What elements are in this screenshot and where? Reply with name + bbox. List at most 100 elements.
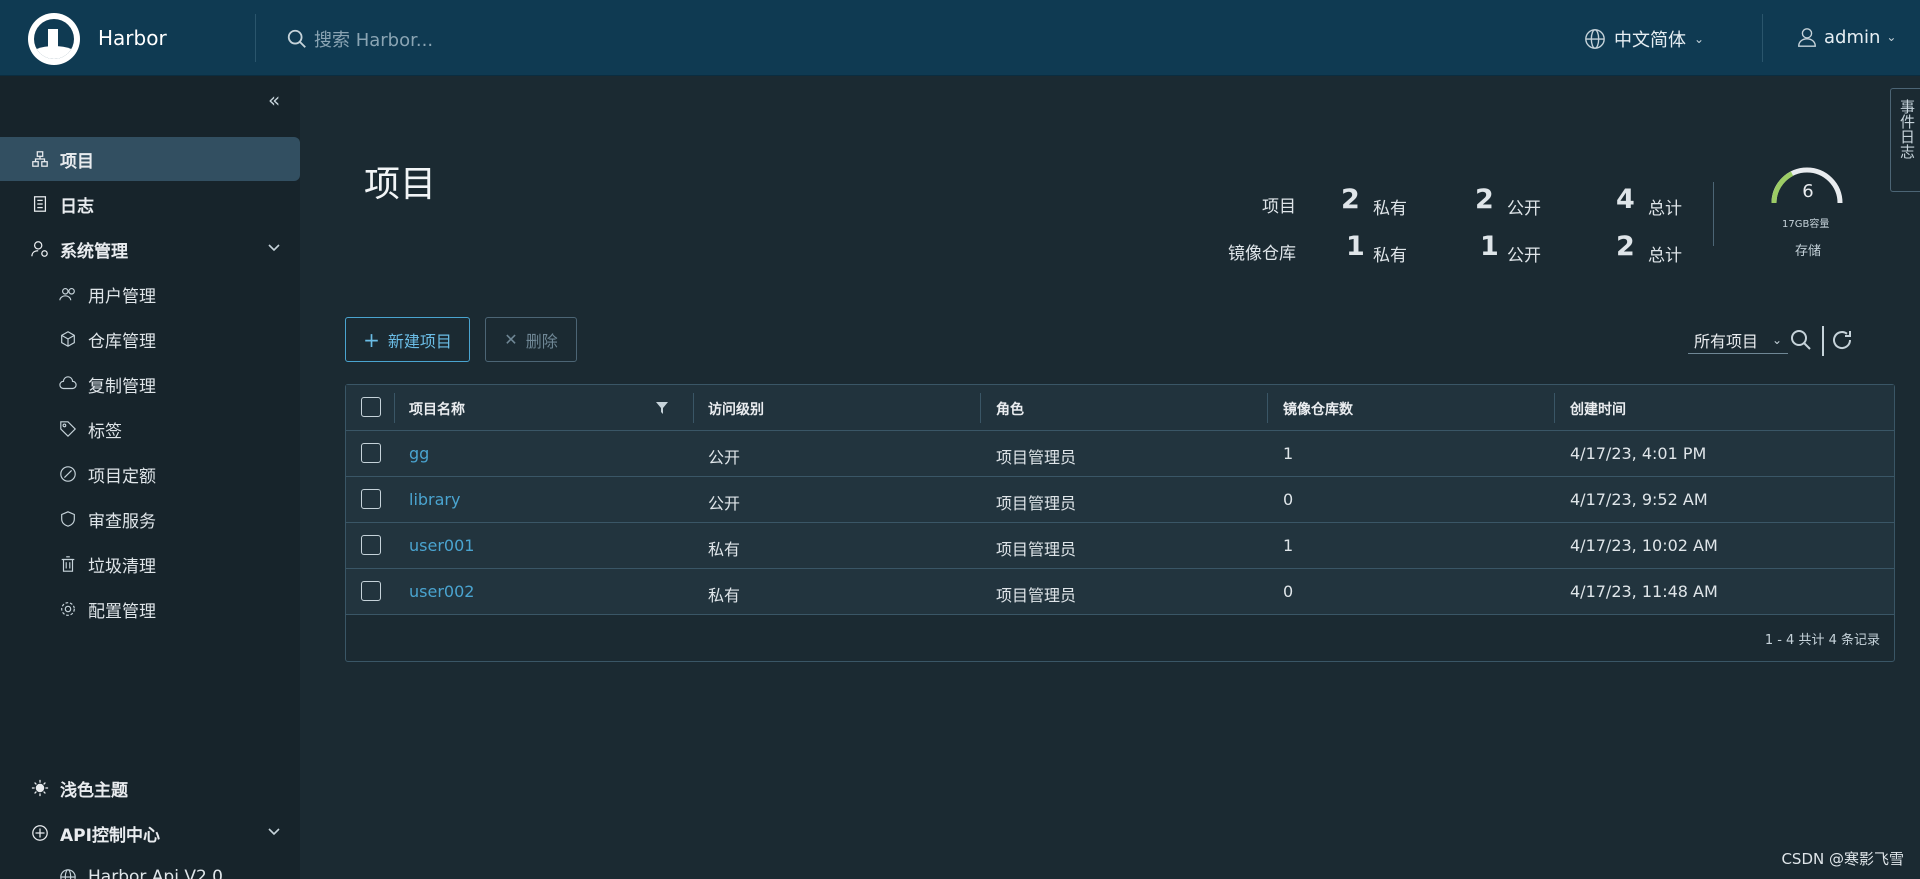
sidebar-item-label: 仓库管理 <box>88 331 156 352</box>
search-input[interactable]: 搜索 Harbor... <box>314 26 433 52</box>
projects-stat-label: 项目 <box>1262 197 1296 217</box>
access-level: 公开 <box>708 494 741 513</box>
plus-icon: + <box>363 327 380 352</box>
private-label: 私有 <box>1373 199 1407 219</box>
language-selector[interactable]: 中文简体 ⌄ <box>1584 26 1704 52</box>
row-checkbox[interactable] <box>361 443 381 463</box>
total-label: 总计 <box>1648 199 1682 219</box>
replication-icon <box>58 374 78 394</box>
storage-gauge-fill <box>1771 171 1794 204</box>
column-header-name[interactable]: 项目名称 <box>409 399 465 419</box>
project-name-link[interactable]: user001 <box>409 536 474 555</box>
trash-icon <box>58 554 78 574</box>
repo-count: 0 <box>1283 490 1294 509</box>
access-level: 私有 <box>708 540 741 559</box>
new-project-button[interactable]: + 新建项目 <box>345 317 470 362</box>
users-icon <box>58 284 78 304</box>
table-row: library 公开 项目管理员 0 4/17/23, 9:52 AM <box>346 477 1894 523</box>
sidebar-item-label: 用户管理 <box>88 286 156 307</box>
row-checkbox[interactable] <box>361 581 381 601</box>
user-menu[interactable]: admin ⌄ <box>1796 26 1896 48</box>
role: 项目管理员 <box>996 586 1077 605</box>
projects-public-count: 2 <box>1475 184 1494 215</box>
delete-button[interactable]: ✕ 删除 <box>485 317 577 362</box>
collapse-sidebar-icon[interactable]: « <box>268 88 280 112</box>
row-checkbox[interactable] <box>361 489 381 509</box>
username: admin <box>1824 26 1881 48</box>
sidebar-item-api[interactable]: API控制中心 <box>0 811 300 855</box>
repo-count: 1 <box>1283 444 1294 463</box>
role: 项目管理员 <box>996 540 1077 559</box>
repos-public-count: 1 <box>1480 231 1499 262</box>
sidebar-item-interrogation[interactable]: 审查服务 <box>0 497 300 541</box>
public-label: 公开 <box>1507 199 1541 219</box>
toolbar-divider <box>1822 326 1824 356</box>
column-separator <box>1554 393 1555 423</box>
repos-private-count: 1 <box>1346 231 1365 262</box>
project-name-link[interactable]: user002 <box>409 582 474 601</box>
projects-icon <box>30 149 50 169</box>
refresh-icon[interactable] <box>1830 328 1854 352</box>
global-search[interactable]: 搜索 Harbor... <box>286 26 433 52</box>
header-divider <box>1762 14 1763 62</box>
sidebar: « 项目 日志 系统管理 用户管理 仓库管理 复制管理 标签 项目定额 审查服务… <box>0 76 300 879</box>
projects-table: 项目名称 访问级别 角色 镜像仓库数 创建时间 gg 公开 项目管理员 1 4/… <box>345 384 1895 662</box>
sidebar-item-users[interactable]: 用户管理 <box>0 272 300 316</box>
column-header-repo-count[interactable]: 镜像仓库数 <box>1283 399 1353 419</box>
search-icon[interactable] <box>1789 328 1813 352</box>
column-separator <box>1267 393 1268 423</box>
sidebar-item-label: 审查服务 <box>88 511 156 532</box>
shield-icon <box>58 509 78 529</box>
sidebar-item-registries[interactable]: 仓库管理 <box>0 317 300 361</box>
sidebar-item-quotas[interactable]: 项目定额 <box>0 452 300 496</box>
event-log-tab[interactable]: 事件日志 <box>1890 88 1920 192</box>
user-icon <box>1798 28 1816 47</box>
table-row: user001 私有 项目管理员 1 4/17/23, 10:02 AM <box>346 523 1894 569</box>
created-time: 4/17/23, 4:01 PM <box>1570 444 1707 463</box>
chevron-down-icon: ⌄ <box>1694 32 1705 46</box>
project-filter-select[interactable]: 所有项目 ⌄ <box>1688 326 1788 354</box>
column-header-access[interactable]: 访问级别 <box>708 399 764 419</box>
registry-icon <box>58 329 78 349</box>
storage-count: 6 <box>1802 181 1814 202</box>
row-checkbox[interactable] <box>361 535 381 555</box>
gear-icon <box>58 599 78 619</box>
sidebar-item-projects[interactable]: 项目 <box>0 137 300 181</box>
language-label: 中文简体 <box>1614 30 1686 51</box>
admin-icon <box>30 239 50 259</box>
select-all-checkbox[interactable] <box>361 397 381 417</box>
filter-icon[interactable] <box>656 402 668 414</box>
sidebar-item-label: Harbor Api V2.0 <box>88 867 223 879</box>
filter-value: 所有项目 <box>1694 331 1759 351</box>
chevron-down-icon <box>268 244 280 252</box>
sidebar-item-config[interactable]: 配置管理 <box>0 587 300 631</box>
sidebar-item-gc[interactable]: 垃圾清理 <box>0 542 300 586</box>
top-header: Harbor 搜索 Harbor... 中文简体 ⌄ admin ⌄ <box>0 0 1920 76</box>
project-name-link[interactable]: library <box>409 490 460 509</box>
sidebar-item-replication[interactable]: 复制管理 <box>0 362 300 406</box>
stats-divider <box>1713 182 1714 246</box>
project-name-link[interactable]: gg <box>409 444 429 463</box>
repo-count: 1 <box>1283 536 1294 555</box>
brand-name[interactable]: Harbor <box>98 26 167 50</box>
pagination-summary: 1 - 4 共计 4 条记录 <box>1764 633 1880 648</box>
created-time: 4/17/23, 11:48 AM <box>1570 582 1718 601</box>
access-level: 公开 <box>708 448 741 467</box>
sidebar-item-labels[interactable]: 标签 <box>0 407 300 451</box>
harbor-logo-icon[interactable] <box>28 13 80 65</box>
table-row: user002 私有 项目管理员 0 4/17/23, 11:48 AM <box>346 569 1894 615</box>
globe-icon <box>58 867 78 879</box>
sidebar-item-harbor-api[interactable]: Harbor Api V2.0 <box>0 855 300 879</box>
sidebar-item-admin[interactable]: 系统管理 <box>0 227 300 271</box>
sidebar-item-logs[interactable]: 日志 <box>0 182 300 226</box>
search-icon <box>287 29 306 48</box>
created-time: 4/17/23, 9:52 AM <box>1570 490 1708 509</box>
tag-icon <box>58 419 78 439</box>
role: 项目管理员 <box>996 494 1077 513</box>
sidebar-item-label: 系统管理 <box>60 241 128 262</box>
chevron-down-icon <box>268 828 280 836</box>
theme-toggle[interactable]: 浅色主题 <box>0 766 300 810</box>
column-header-role[interactable]: 角色 <box>996 399 1024 419</box>
column-header-created[interactable]: 创建时间 <box>1570 399 1626 419</box>
repos-total-count: 2 <box>1616 231 1635 262</box>
